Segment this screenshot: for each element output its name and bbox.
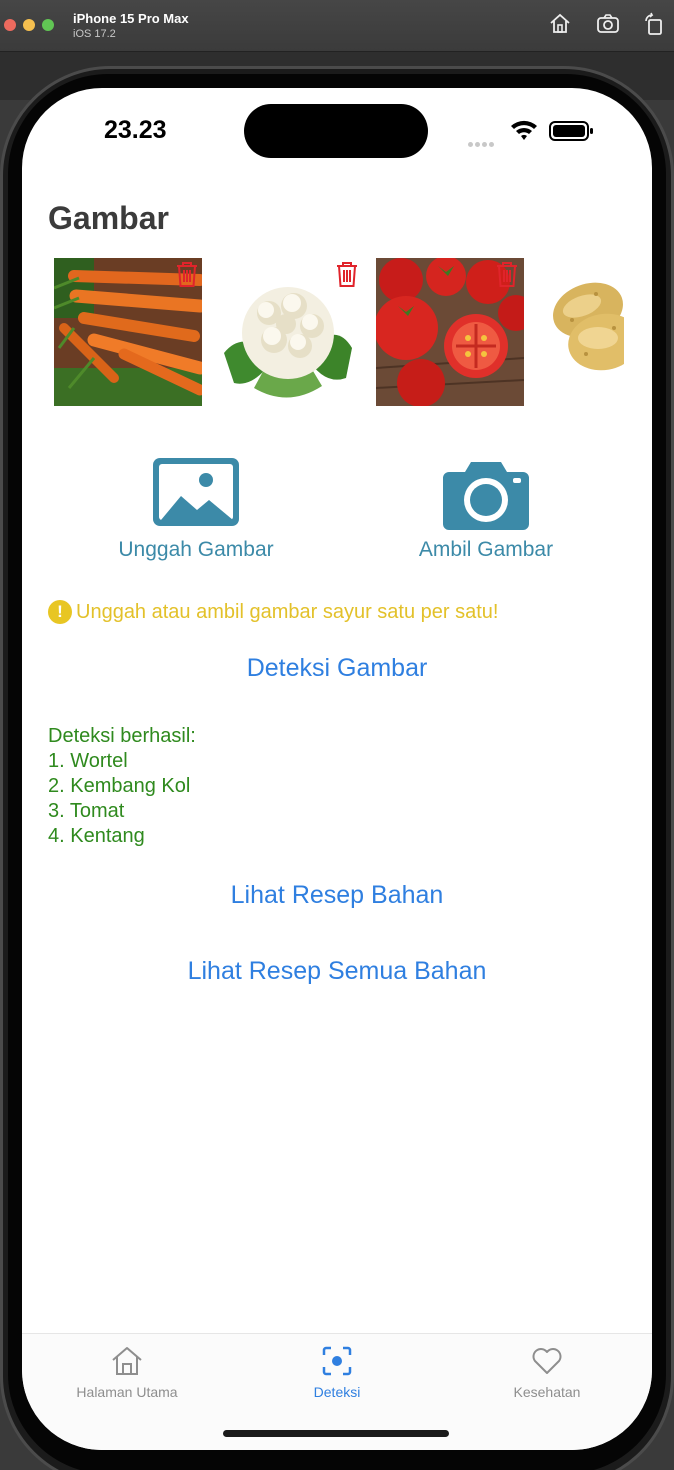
phone-screen: 23.23 Gambar Unggah Gambar Ambil Gambar …	[22, 88, 652, 1450]
tab-health-label[interactable]: Kesehatan	[442, 1384, 652, 1400]
detect-image-button[interactable]: Deteksi Gambar	[22, 654, 652, 683]
delete-tomatoes-button[interactable]	[494, 260, 520, 288]
delete-carrots-button[interactable]	[174, 260, 200, 288]
scan-icon[interactable]	[320, 1344, 354, 1378]
result-heading: Deteksi berhasil:	[48, 725, 196, 747]
tab-home[interactable]: Halaman Utama	[22, 1344, 232, 1400]
result-item: 1. Wortel	[48, 750, 128, 772]
delete-cauliflower-button[interactable]	[334, 260, 360, 288]
home-icon[interactable]	[110, 1344, 144, 1378]
view-all-recipes-button[interactable]: Lihat Resep Semua Bahan	[22, 957, 652, 986]
close-window-button[interactable]	[4, 19, 16, 31]
status-time: 23.23	[104, 116, 167, 144]
device-name: iPhone 15 Pro Max	[73, 11, 189, 26]
result-item: 4. Kentang	[48, 825, 145, 847]
capture-image-label[interactable]: Ambil Gambar	[356, 538, 616, 562]
heart-icon[interactable]	[530, 1344, 564, 1378]
result-item: 3. Tomat	[48, 800, 125, 822]
tab-detect-label[interactable]: Deteksi	[232, 1384, 442, 1400]
dynamic-island	[244, 104, 428, 158]
tab-detect[interactable]: Deteksi	[232, 1344, 442, 1400]
simulator-titlebar: iPhone 15 Pro Max iOS 17.2	[0, 0, 674, 52]
warning-message: ! Unggah atau ambil gambar sayur satu pe…	[48, 600, 498, 624]
minimize-window-button[interactable]	[23, 19, 35, 31]
rotate-icon[interactable]	[642, 12, 666, 36]
upload-image-label[interactable]: Unggah Gambar	[66, 538, 326, 562]
battery-icon	[549, 121, 593, 141]
result-item: 2. Kembang Kol	[48, 775, 191, 797]
tab-health[interactable]: Kesehatan	[442, 1344, 652, 1400]
trash-icon[interactable]	[334, 260, 360, 288]
home-indicator[interactable]	[223, 1430, 449, 1437]
detection-result: Deteksi berhasil: 1. Wortel 2. Kembang K…	[48, 724, 196, 849]
signal-icon	[468, 134, 496, 152]
exclamation-icon: !	[48, 600, 72, 624]
upload-image-button[interactable]: Unggah Gambar	[66, 458, 326, 562]
os-version: iOS 17.2	[73, 28, 116, 40]
view-recipe-button[interactable]: Lihat Resep Bahan	[22, 881, 652, 910]
tab-home-label[interactable]: Halaman Utama	[22, 1384, 232, 1400]
screenshot-icon[interactable]	[596, 12, 620, 36]
image-gallery-icon[interactable]	[153, 458, 239, 530]
capture-image-button[interactable]: Ambil Gambar	[356, 458, 616, 562]
trash-icon[interactable]	[494, 260, 520, 288]
page-title: Gambar	[48, 200, 169, 236]
warning-text: Unggah atau ambil gambar sayur satu per …	[76, 600, 499, 623]
camera-icon[interactable]	[443, 458, 529, 530]
home-icon[interactable]	[548, 12, 572, 36]
zoom-window-button[interactable]	[42, 19, 54, 31]
trash-icon[interactable]	[174, 260, 200, 288]
wifi-icon	[511, 120, 537, 140]
potatoes-image	[538, 258, 624, 406]
